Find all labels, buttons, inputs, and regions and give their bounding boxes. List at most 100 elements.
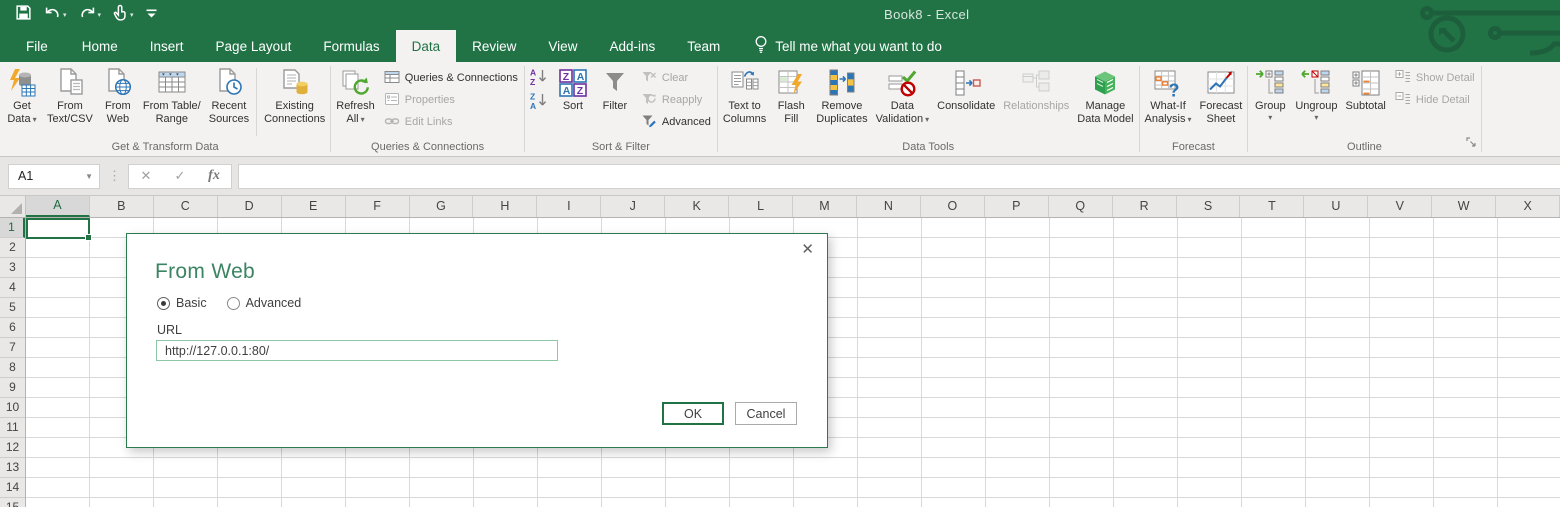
row-header-4[interactable]: 4 (0, 278, 25, 298)
column-header-c[interactable]: C (154, 196, 218, 217)
column-header-b[interactable]: B (90, 196, 154, 217)
tab-add-ins[interactable]: Add-ins (593, 30, 671, 62)
touch-mode-button[interactable]: ▾ (110, 2, 137, 28)
row-header-6[interactable]: 6 (0, 318, 25, 338)
consolidate-button[interactable]: Consolidate (934, 64, 998, 138)
row-header-3[interactable]: 3 (0, 258, 25, 278)
column-header-k[interactable]: K (665, 196, 730, 217)
filter-button[interactable]: Filter (595, 64, 635, 138)
formula-bar-input[interactable] (238, 163, 1560, 189)
insert-function-icon[interactable]: fx (197, 168, 231, 184)
tell-me-box[interactable]: Tell me what you want to do (746, 30, 950, 62)
ok-button[interactable]: OK (662, 402, 724, 425)
column-header-w[interactable]: W (1432, 196, 1497, 217)
formula-bar-grip: ⋮ (108, 168, 121, 183)
column-header-a[interactable]: A (25, 196, 90, 217)
tab-team[interactable]: Team (671, 30, 736, 62)
row-header-14[interactable]: 14 (0, 478, 25, 498)
subtotal-button[interactable]: Subtotal (1343, 64, 1389, 138)
dialog-launcher-icon[interactable] (1465, 135, 1477, 153)
column-header-i[interactable]: I (537, 196, 602, 217)
forecast-sheet-button[interactable]: Forecast Sheet (1197, 64, 1246, 138)
cancel-button[interactable]: Cancel (735, 402, 797, 425)
column-header-d[interactable]: D (218, 196, 282, 217)
column-header-o[interactable]: O (921, 196, 985, 217)
select-all-corner[interactable] (0, 196, 26, 217)
column-header-l[interactable]: L (729, 196, 794, 217)
button-label: Get Data ▾ (7, 100, 37, 125)
name-box[interactable]: A1 ▼ (8, 163, 100, 189)
group-button[interactable]: Group ▾ (1250, 64, 1290, 138)
column-header-h[interactable]: H (473, 196, 538, 217)
dropdown-caret-icon: ▾ (1268, 113, 1273, 122)
data-validation-button[interactable]: Data Validation ▾ (873, 64, 933, 138)
remove-duplicates-button[interactable]: Remove Duplicates (813, 64, 870, 138)
manage-data-model-button[interactable]: Manage Data Model (1074, 64, 1136, 138)
undo-button[interactable]: ▾ (41, 4, 70, 27)
row-header-9[interactable]: 9 (0, 378, 25, 398)
column-header-t[interactable]: T (1240, 196, 1305, 217)
column-header-n[interactable]: N (857, 196, 921, 217)
queries-connections-button[interactable]: Queries & Connections (379, 67, 523, 89)
text-to-columns-button[interactable]: Text to Columns (720, 64, 769, 138)
sort-button[interactable]: Z A A Z Sort (553, 64, 593, 138)
row-header-7[interactable]: 7 (0, 338, 25, 358)
get-data-button[interactable]: Get Data ▾ (2, 64, 42, 138)
ribbon-group-queries-connections: Refresh All ▾ Queries & Connections Properti… (331, 62, 524, 156)
column-header-j[interactable]: J (601, 196, 666, 217)
name-box-dropdown-icon[interactable]: ▼ (85, 172, 93, 181)
tab-home[interactable]: Home (66, 30, 134, 62)
button-label: Clear (661, 72, 689, 84)
column-header-e[interactable]: E (282, 196, 346, 217)
sort-ascending-button[interactable]: AZ (526, 67, 552, 91)
row-header-15[interactable]: 15 (0, 498, 25, 507)
sort-descending-button[interactable]: ZA (526, 91, 552, 115)
column-header-g[interactable]: G (410, 196, 474, 217)
tab-view[interactable]: View (532, 30, 593, 62)
customize-qat-button[interactable] (143, 4, 160, 26)
dialog-close-icon[interactable]: ✕ (801, 240, 814, 258)
row-header-11[interactable]: 11 (0, 418, 25, 438)
tab-page-layout[interactable]: Page Layout (200, 30, 308, 62)
cancel-entry-icon[interactable]: ✕ (129, 168, 163, 184)
existing-connections-button[interactable]: Existing Connections (261, 64, 328, 138)
tab-file[interactable]: File (8, 30, 66, 62)
row-header-1[interactable]: 1 (0, 218, 25, 238)
tab-formulas[interactable]: Formulas (307, 30, 395, 62)
tab-review[interactable]: Review (456, 30, 532, 62)
row-header-8[interactable]: 8 (0, 358, 25, 378)
from-web-button[interactable]: From Web (98, 64, 138, 138)
radio-basic[interactable]: Basic (157, 296, 207, 310)
column-header-q[interactable]: Q (1049, 196, 1113, 217)
recent-sources-button[interactable]: Recent Sources (206, 64, 252, 138)
active-cell-a1[interactable] (26, 218, 92, 241)
save-button[interactable] (12, 2, 35, 28)
row-header-2[interactable]: 2 (0, 238, 25, 258)
column-header-p[interactable]: P (985, 196, 1049, 217)
radio-advanced[interactable]: Advanced (226, 296, 301, 310)
column-header-s[interactable]: S (1177, 196, 1241, 217)
from-text-csv-button[interactable]: From Text/CSV (44, 64, 96, 138)
column-header-r[interactable]: R (1113, 196, 1177, 217)
row-header-13[interactable]: 13 (0, 458, 25, 478)
advanced-filter-button[interactable]: Advanced (636, 111, 716, 133)
confirm-entry-icon[interactable]: ✓ (163, 168, 197, 184)
refresh-all-button[interactable]: Refresh All ▾ (333, 64, 378, 138)
column-header-x[interactable]: X (1496, 196, 1560, 217)
redo-button[interactable]: ▾ (76, 4, 105, 27)
row-header-10[interactable]: 10 (0, 398, 25, 418)
column-header-v[interactable]: V (1368, 196, 1433, 217)
column-header-f[interactable]: F (346, 196, 410, 217)
ungroup-button[interactable]: Ungroup ▾ (1292, 64, 1340, 138)
column-header-u[interactable]: U (1304, 196, 1369, 217)
what-if-analysis-button[interactable]: ? What-If Analysis ▾ (1142, 64, 1195, 138)
tab-insert[interactable]: Insert (134, 30, 200, 62)
column-header-m[interactable]: M (793, 196, 857, 217)
row-header-12[interactable]: 12 (0, 438, 25, 458)
url-input[interactable] (156, 340, 558, 361)
subtotal-icon (1350, 66, 1382, 100)
flash-fill-button[interactable]: Flash Fill (771, 64, 811, 138)
row-header-5[interactable]: 5 (0, 298, 25, 318)
tab-data[interactable]: Data (395, 30, 457, 62)
from-table-range-button[interactable]: From Table/Range (140, 64, 204, 138)
